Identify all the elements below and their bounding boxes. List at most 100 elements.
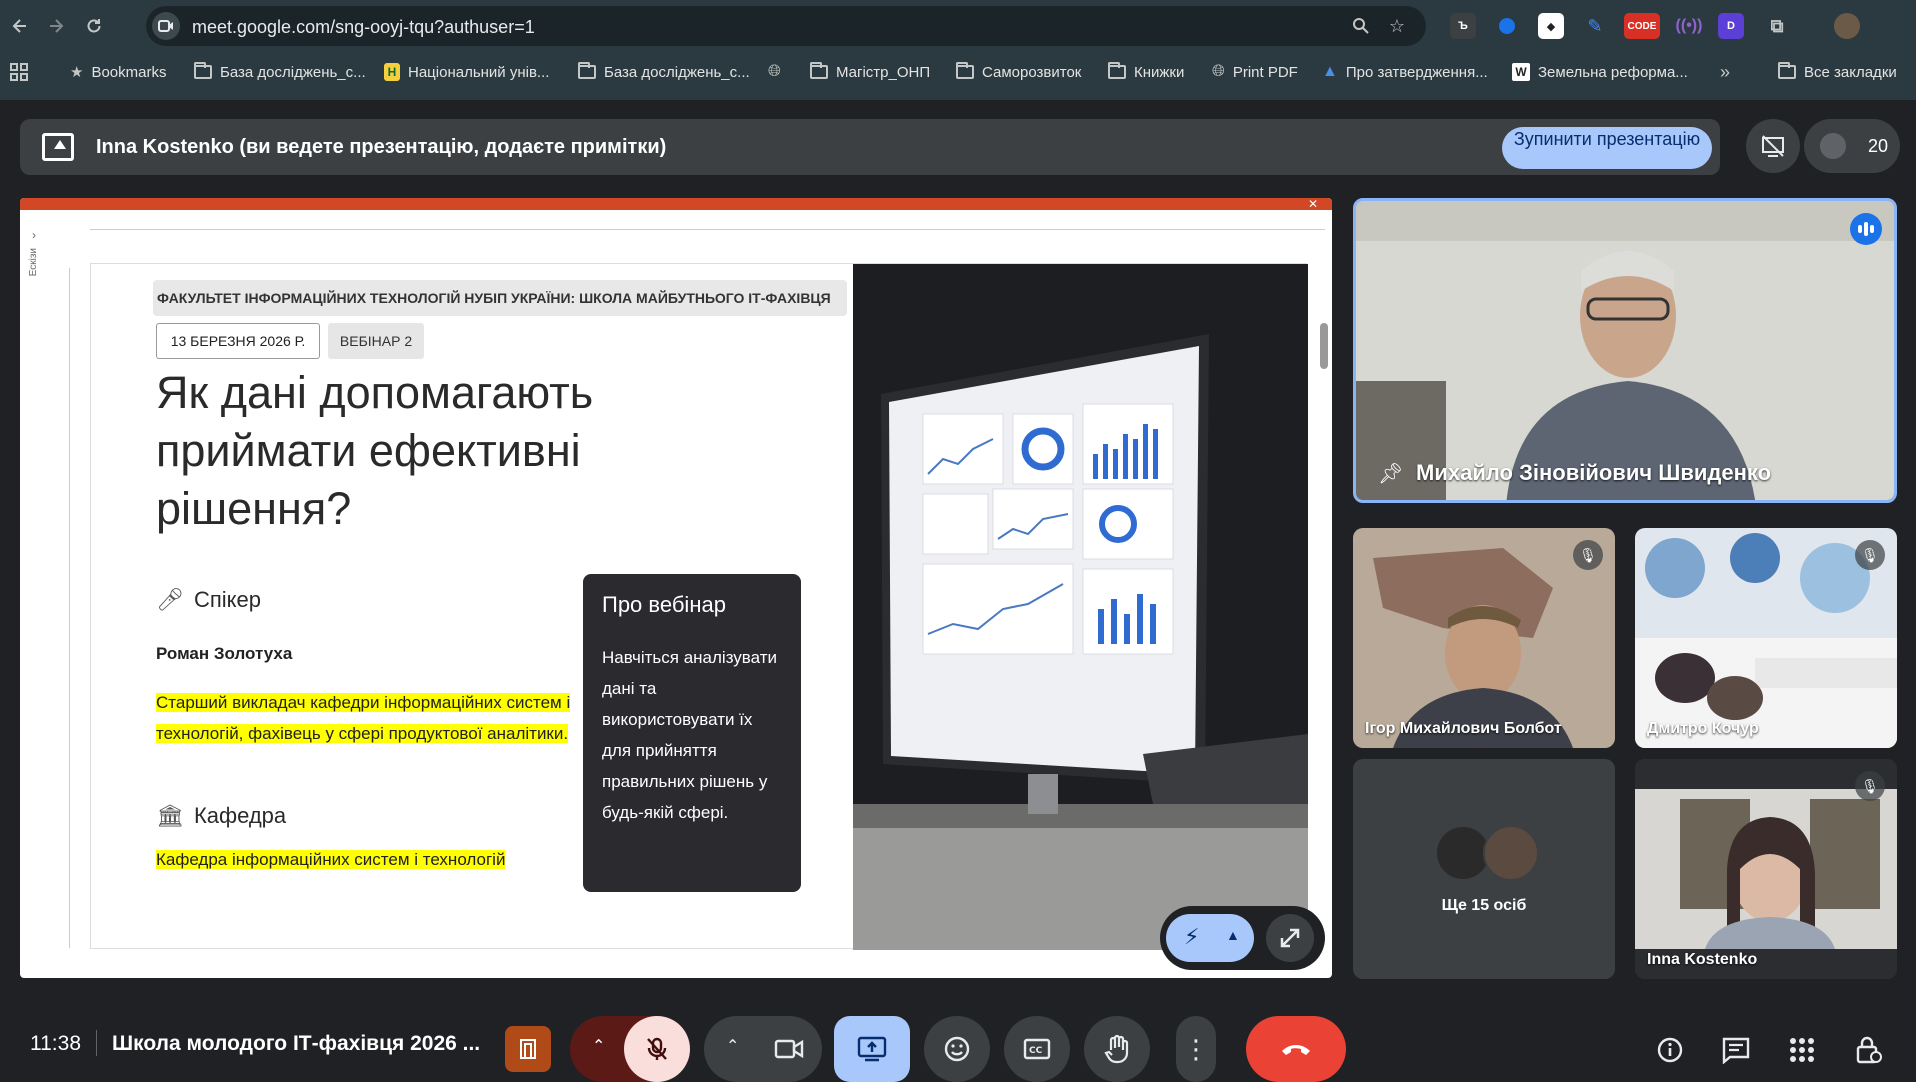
folder-icon: [1108, 62, 1126, 79]
blue-dot-ext-icon[interactable]: [1494, 13, 1520, 39]
raise-hand-button[interactable]: [1084, 1016, 1150, 1082]
folder-icon: [194, 62, 212, 79]
d-ext-icon[interactable]: D: [1718, 13, 1744, 39]
faculty-banner: ФАКУЛЬТЕТ ІНФОРМАЦІЙНИХ ТЕХНОЛОГІЙ НУБІП…: [153, 280, 847, 316]
thumbnails-tab[interactable]: Ескізи: [28, 248, 39, 276]
stop-presenting-button[interactable]: Зупинити презентацію: [1502, 127, 1712, 169]
zoom-icon[interactable]: [1350, 15, 1372, 37]
globe-icon: 🌐︎: [768, 63, 781, 80]
people-count-button[interactable]: 20: [1804, 119, 1900, 173]
present-now-button[interactable]: [834, 1016, 910, 1082]
window-titlebar: [20, 198, 1332, 210]
bookmark-star-icon[interactable]: ☆: [1386, 15, 1408, 37]
hang-up-icon: [1282, 1045, 1310, 1055]
bookmark-item[interactable]: Саморозвиток: [956, 61, 1081, 83]
no-presentation-icon: [1762, 135, 1784, 157]
microphone-icon: 🎤︎: [156, 587, 184, 612]
tag-ext-icon[interactable]: ✎: [1582, 13, 1608, 39]
apps-grid-icon[interactable]: [10, 61, 28, 83]
forward-arrow-icon[interactable]: [42, 12, 70, 40]
participant-tile[interactable]: 🎙︎ Дмитро Кочур: [1635, 528, 1897, 748]
bookmark-item[interactable]: 🌐︎ Print PDF: [1212, 61, 1298, 83]
breakout-door-icon[interactable]: [505, 1026, 551, 1072]
captions-button[interactable]: CC: [1004, 1016, 1070, 1082]
site-info-icon[interactable]: [152, 12, 180, 40]
leave-call-button[interactable]: [1246, 1016, 1346, 1082]
mic-options-chevron-icon[interactable]: ⌃: [592, 1036, 605, 1056]
participant-video: [1356, 201, 1894, 500]
close-icon[interactable]: ✕: [1308, 198, 1318, 211]
bookmark-item[interactable]: Книжки: [1108, 61, 1184, 83]
meeting-info-icon[interactable]: [1654, 1034, 1686, 1066]
more-bookmarks-chevron-icon[interactable]: »: [1720, 61, 1730, 83]
reload-icon[interactable]: [80, 12, 108, 40]
chat-icon[interactable]: [1720, 1034, 1752, 1066]
department-name: Кафедра інформаційних систем і технологі…: [156, 850, 506, 869]
meeting-title[interactable]: Школа молодого ІТ-фахівця 2026 ...: [112, 1032, 480, 1056]
building-icon: 🏛︎: [156, 803, 184, 828]
address-row: meet.google.com/sng-ooyj-tqu?authuser=1 …: [0, 0, 1916, 52]
pin-icon[interactable]: 📌︎: [1378, 461, 1403, 486]
bookmark-item[interactable]: W Земельна реформа...: [1512, 61, 1688, 83]
participant-tile-self[interactable]: 🎙︎ Inna Kostenko: [1635, 759, 1897, 979]
code-ext-icon[interactable]: CODE: [1624, 13, 1660, 39]
more-participants-tile[interactable]: Ще 15 осіб: [1353, 759, 1615, 979]
dashboard-monitor-photo: [853, 264, 1308, 950]
about-text: Навчіться аналізувати дані та використов…: [602, 648, 778, 822]
bookmarks-bar: ★ Bookmarks База досліджень_с... Н Націона…: [0, 52, 1916, 90]
bookmark-item[interactable]: ★ Bookmarks: [70, 61, 166, 83]
emoji-icon: [944, 1036, 970, 1062]
bookmark-item[interactable]: Магістр_ОНП: [810, 61, 930, 83]
address-bar[interactable]: meet.google.com/sng-ooyj-tqu?authuser=1 …: [146, 6, 1426, 46]
webinar-chip: ВЕБІНАР 2: [328, 323, 424, 359]
activities-grid-icon[interactable]: [1786, 1034, 1818, 1066]
meet-stage: Inna Kostenko (ви ведете презентацію, до…: [0, 100, 1916, 1082]
cube-ext-icon[interactable]: ◆: [1538, 13, 1564, 39]
vertical-scrollbar[interactable]: [1320, 323, 1328, 369]
bookmark-item[interactable]: ▲ Про затвердження...: [1322, 61, 1488, 83]
bookmark-item[interactable]: Н Національний унів...: [384, 61, 549, 83]
folder-icon: [956, 62, 974, 79]
presenting-text: Inna Kostenko (ви ведете презентацію, до…: [96, 136, 667, 158]
participant-tile-main[interactable]: 📌︎ Михайло Зіновійович Швиденко: [1353, 198, 1897, 503]
folder-icon: [810, 62, 828, 79]
reactions-button[interactable]: [924, 1016, 990, 1082]
people-count: 20: [1868, 136, 1889, 156]
puzzle-ext-icon[interactable]: ⧉: [1764, 13, 1790, 39]
participant-name: Ігор Михайлович Болбот: [1365, 720, 1562, 737]
speaking-indicator-icon: [1850, 213, 1882, 245]
slide-content: ФАКУЛЬТЕТ ІНФОРМАЦІЙНИХ ТЕХНОЛОГІЙ НУБІП…: [91, 264, 853, 950]
back-arrow-icon[interactable]: [6, 12, 34, 40]
camera-options-chevron-icon[interactable]: ⌃: [726, 1036, 739, 1056]
profile-avatar[interactable]: [1834, 13, 1860, 39]
about-title: Про вебінар: [602, 592, 726, 617]
bookmark-item[interactable]: База досліджень_с...: [194, 61, 366, 83]
bookmark-item[interactable]: База досліджень_с...: [578, 61, 750, 83]
all-bookmarks[interactable]: Все закладки: [1778, 61, 1897, 83]
globe-icon: 🌐︎: [1212, 63, 1225, 80]
laser-pointer-button[interactable]: ⚡ ▲: [1166, 914, 1254, 962]
radio-ext-icon[interactable]: ((•)): [1676, 13, 1703, 39]
camera-button-group: ⌃: [704, 1016, 822, 1082]
fullscreen-button[interactable]: [1266, 914, 1314, 962]
url-text[interactable]: meet.google.com/sng-ooyj-tqu?authuser=1: [192, 17, 535, 38]
university-icon: Н: [384, 63, 400, 81]
participant-tile[interactable]: 🎙︎ Ігор Михайлович Болбот: [1353, 528, 1615, 748]
mic-off-icon: 🎙︎: [1573, 540, 1603, 570]
camera-toggle-button[interactable]: [756, 1016, 822, 1082]
mic-toggle-button[interactable]: [624, 1016, 690, 1082]
video-camera-icon: [774, 1039, 804, 1059]
expand-chevron-icon[interactable]: ›: [32, 228, 36, 242]
about-webinar-card: Про вебінар Навчіться аналізувати дані т…: [583, 574, 801, 892]
browser-chrome: meet.google.com/sng-ooyj-tqu?authuser=1 …: [0, 0, 1916, 100]
speaker-description: Старший викладач кафедри інформаційних с…: [156, 693, 571, 743]
department-heading: 🏛︎ Кафедра: [156, 803, 287, 828]
more-options-button[interactable]: ⋮: [1176, 1016, 1216, 1082]
bookmark-item[interactable]: 🌐︎: [768, 61, 781, 83]
translate-ext-icon[interactable]: Ъ: [1450, 13, 1476, 39]
hide-presentation-button[interactable]: [1746, 119, 1800, 173]
mic-button-group: ⌃: [570, 1016, 690, 1082]
slide-title: Як дані допомагають приймати ефективні р…: [156, 367, 594, 534]
people-avatars-icon: [1818, 131, 1848, 161]
host-controls-lock-icon[interactable]: [1852, 1034, 1884, 1066]
